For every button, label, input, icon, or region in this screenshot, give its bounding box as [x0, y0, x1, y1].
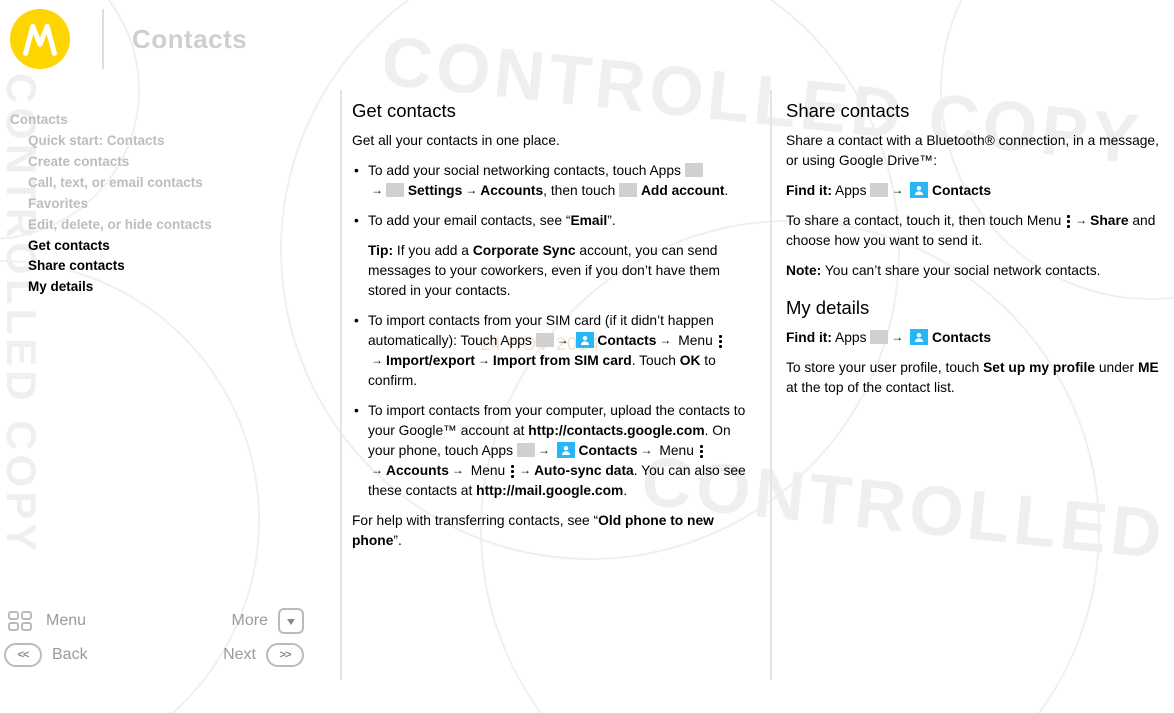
find-it-share: Find it: Apps → Contacts: [786, 181, 1172, 201]
sidebar: ContactsQuick start: ContactsCreate cont…: [0, 90, 340, 678]
bullet-sim: To import contacts from your SIM card (i…: [352, 311, 752, 391]
apps-chip-icon: [685, 163, 703, 177]
page-header: Contacts: [0, 0, 1174, 78]
more-icon[interactable]: [278, 608, 304, 634]
toc-item[interactable]: Quick start: Contacts: [10, 131, 320, 152]
toc-item[interactable]: Contacts: [10, 110, 320, 131]
toc-item[interactable]: Create contacts: [10, 152, 320, 173]
contacts-app-icon: [910, 329, 928, 345]
more-label[interactable]: More: [218, 612, 268, 630]
back-icon[interactable]: <<: [4, 643, 42, 667]
section-title-get-contacts: Get contacts: [352, 98, 752, 125]
menu-dots-icon: [698, 445, 705, 458]
content-column-1: Get contacts Get all your contacts in on…: [352, 90, 752, 680]
apps-chip-icon: [517, 443, 535, 457]
find-it-details: Find it: Apps → Contacts: [786, 328, 1172, 348]
menu-label[interactable]: Menu: [46, 612, 126, 630]
apps-chip-icon: [870, 183, 888, 197]
contacts-app-icon: [557, 442, 575, 458]
apps-chip-icon: [870, 330, 888, 344]
bullet-email: To add your email contacts, see “Email”.: [352, 211, 752, 231]
menu-dots-icon: [1065, 215, 1072, 228]
footer-nav: Menu More << Back Next >>: [4, 604, 304, 672]
motorola-logo: [10, 9, 70, 69]
outro-paragraph: For help with transferring contacts, see…: [352, 511, 752, 551]
intro-text: Get all your contacts in one place.: [352, 131, 752, 151]
toc-item[interactable]: Favorites: [10, 194, 320, 215]
toc-item[interactable]: Edit, delete, or hide contacts: [10, 215, 320, 236]
page-title: Contacts: [132, 24, 247, 55]
toc-item[interactable]: Call, text, or email contacts: [10, 173, 320, 194]
bullet-computer: To import contacts from your computer, u…: [352, 401, 752, 501]
bullet-social: To add your social networking contacts, …: [352, 161, 752, 201]
column-separator-right: [770, 90, 772, 680]
section-title-my-details: My details: [786, 295, 1172, 322]
motorola-m-icon: [22, 21, 58, 57]
contacts-app-icon: [910, 182, 928, 198]
share-note: Note: You can’t share your social networ…: [786, 261, 1172, 281]
column-separator-left: [340, 90, 342, 680]
contacts-app-icon: [576, 332, 594, 348]
share-howto: To share a contact, touch it, then touch…: [786, 211, 1172, 251]
toc: ContactsQuick start: ContactsCreate cont…: [10, 110, 320, 298]
toc-item[interactable]: My details: [10, 277, 320, 298]
header-divider: [102, 9, 104, 69]
toc-item[interactable]: Get contacts: [10, 236, 320, 257]
back-label[interactable]: Back: [52, 646, 132, 664]
menu-dots-icon: [717, 335, 724, 348]
share-intro: Share a contact with a Bluetooth® connec…: [786, 131, 1172, 171]
apps-chip-icon: [536, 333, 554, 347]
menu-dots-icon: [509, 465, 516, 478]
my-details-body: To store your user profile, touch Set up…: [786, 358, 1172, 398]
toc-item[interactable]: Share contacts: [10, 256, 320, 277]
next-label[interactable]: Next: [206, 646, 256, 664]
add-chip-icon: [619, 183, 637, 197]
tip-paragraph: Tip: If you add a Corporate Sync account…: [352, 241, 752, 301]
menu-grid-icon[interactable]: [4, 609, 36, 633]
content-column-2: Share contacts Share a contact with a Bl…: [786, 90, 1172, 680]
settings-chip-icon: [386, 183, 404, 197]
section-title-share-contacts: Share contacts: [786, 98, 1172, 125]
next-icon[interactable]: >>: [266, 643, 304, 667]
